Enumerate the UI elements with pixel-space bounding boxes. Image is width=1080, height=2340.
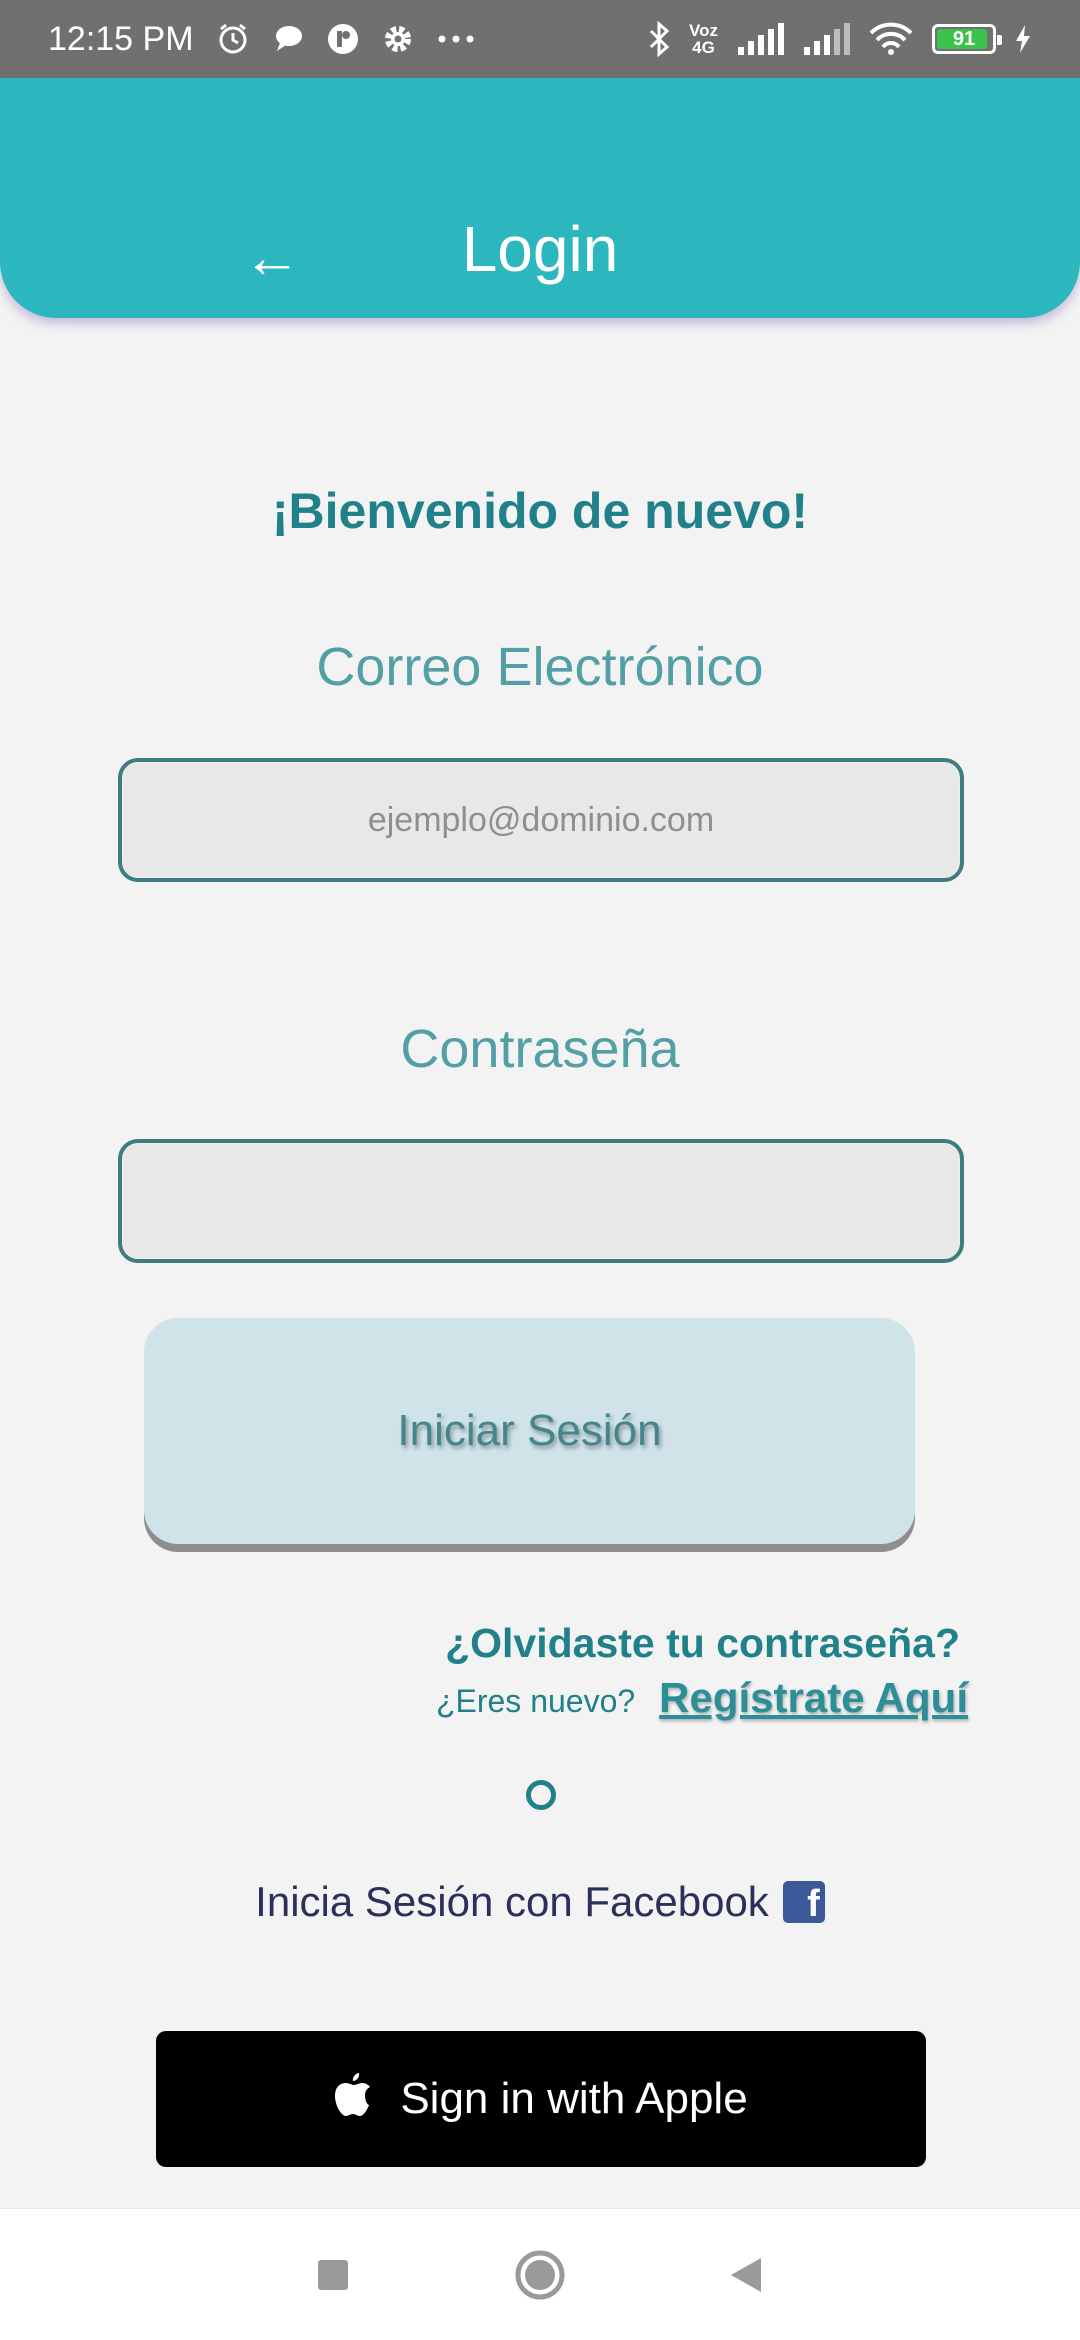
network-type-top: Voz [689, 21, 718, 40]
network-type-bottom: 4G [692, 38, 715, 57]
header-title: Login [461, 213, 619, 285]
chat-bubble-icon [272, 23, 304, 55]
facebook-login-text: Inicia Sesión con Facebook [255, 1878, 769, 1925]
new-user-text: ¿Eres nuevo? [435, 1683, 636, 1719]
battery-level: 91 [952, 27, 976, 50]
recent-apps-icon[interactable] [303, 2245, 363, 2305]
app-notification-icon [326, 22, 360, 56]
facebook-login-button[interactable]: Inicia Sesión con Facebook f [0, 1878, 1080, 1926]
apple-sign-in-label: Sign in with Apple [400, 2074, 748, 2123]
facebook-icon: f [782, 1881, 825, 1923]
welcome-heading: ¡Bienvenido de nuevo! [271, 483, 809, 539]
password-field[interactable] [122, 1143, 960, 1259]
email-label: Correo Electrónico [316, 637, 764, 697]
password-field-container [118, 1139, 964, 1263]
password-label: Contraseña [400, 1019, 680, 1079]
email-field[interactable] [122, 762, 960, 878]
network-type: Voz 4G [689, 22, 718, 56]
wifi-icon [868, 22, 914, 56]
register-row: ¿Eres nuevo? Regístrate Aquí [436, 1674, 968, 1722]
signal-strength-icon [736, 23, 784, 55]
home-icon[interactable] [510, 2245, 570, 2305]
status-bar-right: Voz 4G 91 [647, 21, 1032, 57]
loading-indicator [526, 1780, 556, 1810]
email-field-container [118, 758, 964, 882]
alarm-icon [216, 22, 250, 56]
battery-indicator: 91 [932, 24, 1002, 54]
settings-gear-icon [382, 23, 414, 55]
login-screen: 12:15 PM Voz 4G 91 ← Login ¡Bienvenido d… [0, 0, 1080, 2340]
bluetooth-icon [647, 21, 671, 57]
charging-icon [1014, 24, 1032, 54]
forgot-password-link[interactable]: ¿Olvidaste tu contraseña? [445, 1620, 960, 1667]
status-bar: 12:15 PM Voz 4G 91 [0, 0, 1080, 78]
status-time: 12:15 PM [48, 19, 194, 58]
signal-strength-secondary-icon [802, 23, 850, 55]
more-notifications-icon [436, 34, 476, 44]
apple-sign-in-button[interactable]: Sign in with Apple [156, 2031, 926, 2167]
register-link[interactable]: Regístrate Aquí [659, 1674, 968, 1722]
system-nav-bar [0, 2208, 1080, 2340]
back-icon[interactable] [717, 2245, 777, 2305]
login-button[interactable]: Iniciar Sesión [144, 1318, 915, 1544]
apple-logo-icon [334, 2071, 372, 2128]
status-bar-left: 12:15 PM [48, 20, 476, 59]
